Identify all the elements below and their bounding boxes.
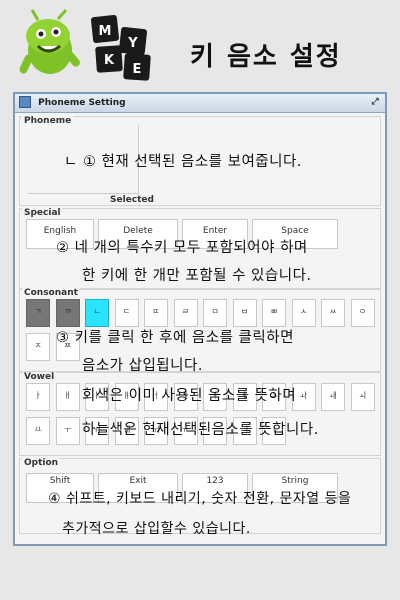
vowel-key[interactable]: ㅜ [55, 417, 80, 445]
consonant-key[interactable]: ㄹ [173, 299, 198, 327]
window-icon [19, 95, 31, 108]
annotation-3b: 음소가 삽입됩니다. [82, 358, 203, 374]
selected-label: Selected [110, 195, 154, 205]
window-titlebar[interactable]: Phoneme Setting ⤢ [15, 94, 385, 113]
vowel-key[interactable]: ㅏ [26, 383, 50, 411]
app-header: M Y K E 키 음소 설정 [0, 0, 400, 90]
annotation-3a: ③ 키를 클릭 한 후에 음소를 클릭하면 [56, 330, 294, 346]
annotation-4b: 추가적으로 삽입할수 있습니다. [62, 521, 251, 537]
annotation-2b: 한 키에 한 개만 포함될 수 있습니다. [82, 268, 312, 284]
vowel-key[interactable]: ㅛ [26, 417, 50, 445]
consonant-key[interactable]: ㄷ [114, 299, 139, 327]
option-group-label: Option [22, 458, 61, 468]
consonant-key[interactable]: ㅅ [291, 299, 316, 327]
annotation-2a: ② 네 개의 특수키 모두 포함되어야 하며 [56, 240, 308, 256]
consonant-key[interactable]: ㅈ [26, 333, 50, 361]
special-group-label: Special [22, 208, 63, 218]
consonant-key[interactable]: ㅇ [350, 299, 375, 327]
consonant-key[interactable]: ㄱ [26, 299, 50, 327]
window-title: Phoneme Setting [38, 98, 126, 108]
consonant-key[interactable]: ㄴ [85, 299, 109, 327]
page-title: 키 음소 설정 [190, 42, 342, 72]
vowel-key[interactable]: ㅚ [350, 383, 375, 411]
svg-text:K: K [104, 53, 115, 68]
android-logo-icon: M Y K E [19, 9, 151, 81]
restore-icon[interactable]: ⤢ [369, 96, 381, 108]
consonant-key[interactable]: ㅂ [232, 299, 257, 327]
consonant-key[interactable]: ㄲ [55, 299, 80, 327]
consonant-key[interactable]: ㅁ [203, 299, 227, 327]
annotation-4a: ④ 쉬프트, 키보드 내리기, 숫자 전환, 문자열 등을 [48, 491, 352, 507]
vowel-key[interactable]: ㅐ [55, 383, 80, 411]
annotation-3c: 회색은 이미 사용된 음소를 뜻하며 [82, 388, 297, 404]
svg-text:M: M [99, 24, 112, 39]
annotation-1: ㄴ ① 현재 선택된 음소를 보여줍니다. [64, 154, 302, 170]
svg-text:E: E [133, 62, 142, 77]
consonant-key[interactable]: ㅆ [321, 299, 345, 327]
annotation-3d: 하늘색은 현재선택된음소를 뜻합니다. [82, 422, 319, 438]
consonant-key[interactable]: ㄸ [144, 299, 168, 327]
vowel-key[interactable]: ㅙ [321, 383, 345, 411]
consonant-group-label: Consonant [22, 288, 80, 298]
svg-text:Y: Y [127, 36, 138, 51]
vowel-group-label: Vowel [22, 372, 57, 382]
consonant-key[interactable]: ㅃ [262, 299, 286, 327]
